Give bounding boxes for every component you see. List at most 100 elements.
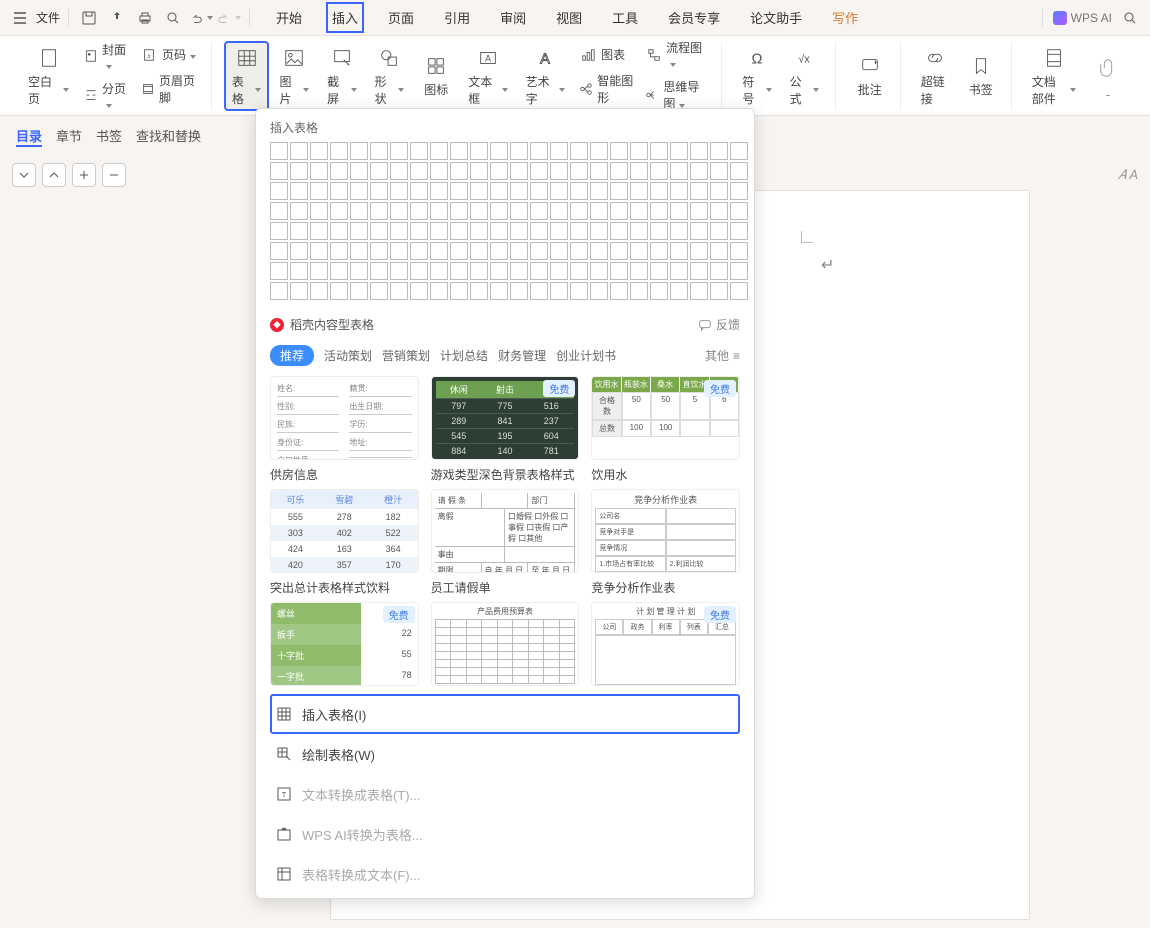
comment-button[interactable]: 批注 <box>848 49 892 102</box>
svg-text:√x: √x <box>798 53 810 65</box>
tag-item[interactable]: 活动策划 <box>324 347 372 364</box>
menu-vip[interactable]: 会员专享 <box>662 2 726 33</box>
cmd-ai-to-table: WPS AI转换为表格... <box>270 814 740 854</box>
template-dark-game[interactable]: 免费 休闲射击 79777551628984123754519560488414… <box>431 376 580 460</box>
screenshot-button[interactable]: 截屏 <box>319 41 365 111</box>
menu-start[interactable]: 开始 <box>270 2 308 33</box>
tag-other[interactable]: 其他 ≡ <box>705 347 740 364</box>
table-icon <box>234 45 260 71</box>
tag-item[interactable]: 创业计划书 <box>556 347 616 364</box>
template-name: 员工请假单 <box>431 575 580 596</box>
template-name: 游戏类型深色背景表格样式 <box>431 462 580 483</box>
wps-ai-button[interactable]: WPS AI <box>1053 11 1112 25</box>
header-footer-button[interactable]: 页眉页脚 <box>136 70 203 108</box>
cursor-mark: ↵ <box>821 255 834 275</box>
blank-page-button[interactable]: 空白页 <box>20 41 77 111</box>
svg-text:A: A <box>540 51 550 67</box>
margin-corner-icon <box>801 231 813 243</box>
formula-icon: √x <box>791 45 817 71</box>
remove-button[interactable] <box>102 163 126 187</box>
ai-table-icon <box>274 824 294 844</box>
undo-icon[interactable] <box>189 6 213 30</box>
add-button[interactable] <box>72 163 96 187</box>
preview-icon[interactable] <box>161 6 185 30</box>
sync-icon[interactable] <box>105 6 129 30</box>
collapse-down-button[interactable] <box>12 163 36 187</box>
formula-button[interactable]: √x 公式 <box>782 41 827 111</box>
screenshot-icon <box>329 45 355 71</box>
save-icon[interactable] <box>77 6 101 30</box>
menu-tools[interactable]: 工具 <box>606 2 644 33</box>
tab-toc[interactable]: 目录 <box>16 126 42 147</box>
picture-button[interactable]: 图片 <box>271 41 317 111</box>
tab-chapter[interactable]: 章节 <box>56 126 82 147</box>
dropdown-title: 插入表格 <box>270 119 740 136</box>
page-icon <box>36 45 62 71</box>
icon-button[interactable]: 图标 <box>414 49 458 102</box>
page-break-button[interactable]: 分页 <box>79 78 134 113</box>
menu-icon[interactable] <box>8 6 32 30</box>
feedback-link[interactable]: 反馈 <box>698 316 740 333</box>
file-menu[interactable]: 文件 <box>36 9 60 26</box>
flowchart-icon <box>645 46 662 64</box>
template-name: 竞争分析作业表 <box>591 575 740 596</box>
smartart-icon <box>579 80 593 98</box>
cmd-insert-table[interactable]: 插入表格(I) <box>270 694 740 734</box>
shape-button[interactable]: 形状 <box>367 41 413 111</box>
svg-text:A: A <box>485 53 492 63</box>
cmd-draw-table[interactable]: 绘制表格(W) <box>270 734 740 774</box>
icons-icon <box>423 53 449 79</box>
menu-review[interactable]: 审阅 <box>494 2 532 33</box>
menu-view[interactable]: 视图 <box>550 2 588 33</box>
draw-table-icon <box>274 744 294 764</box>
tag-item[interactable]: 财务管理 <box>498 347 546 364</box>
template-green-stripe[interactable]: 免费 螺丝42扳手22十字批55一字批78头盔90 <box>270 602 419 686</box>
template-competition-analysis[interactable]: 竞争分析作业表 公司名竞争对手是竞争情况1.市场占有率比较2.利润比较 <box>591 489 740 573</box>
cmd-text-to-table: T 文本转换成表格(T)... <box>270 774 740 814</box>
wordart-button[interactable]: A 艺术字 <box>518 41 573 111</box>
table-icon <box>274 704 294 724</box>
table-button[interactable]: 表格 <box>224 41 270 111</box>
textbox-button[interactable]: A 文本框 <box>460 41 515 111</box>
cmd-table-to-text: 表格转换成文本(F)... <box>270 854 740 894</box>
menu-ref[interactable]: 引用 <box>438 2 476 33</box>
print-icon[interactable] <box>133 6 157 30</box>
tag-item[interactable]: 营销策划 <box>382 347 430 364</box>
template-plan[interactable]: 免费 计 划 管 理 计 划 公司政务利率列表汇总 <box>591 602 740 686</box>
template-name: 突出总计表格样式饮料 <box>270 575 419 596</box>
template-name: 供房信息 <box>270 462 419 483</box>
symbol-button[interactable]: Ω 符号 <box>734 41 779 111</box>
svg-text:Ω: Ω <box>752 51 763 67</box>
cover-icon <box>83 47 98 65</box>
template-budget-grid[interactable]: 产品费用预算表 <box>431 602 580 686</box>
templates-header: 稻壳内容型表格 <box>290 316 374 333</box>
redo-icon[interactable] <box>217 6 241 30</box>
tab-bookmark[interactable]: 书签 <box>96 126 122 147</box>
tab-find[interactable]: 查找和替换 <box>136 126 201 147</box>
docparts-icon <box>1041 45 1067 71</box>
smartart-button[interactable]: 智能图形 <box>575 70 639 108</box>
bookmark-icon <box>968 53 994 79</box>
page-number-button[interactable]: #页码 <box>136 44 203 66</box>
tag-item[interactable]: 计划总结 <box>440 347 488 364</box>
menu-thesis[interactable]: 论文助手 <box>744 2 808 33</box>
attachment-button[interactable] <box>1086 51 1130 101</box>
hyperlink-button[interactable]: 超链接 <box>913 41 957 111</box>
search-icon[interactable] <box>1118 6 1142 30</box>
menu-page[interactable]: 页面 <box>382 2 420 33</box>
template-drinks-total[interactable]: 可乐雪碧橙汁 555278182303402522424163364420357… <box>270 489 419 573</box>
cover-button[interactable]: 封面 <box>79 39 134 74</box>
collapse-up-button[interactable] <box>42 163 66 187</box>
docparts-button[interactable]: 文档部件 <box>1024 41 1084 111</box>
bookmark-button[interactable]: 书签 <box>959 49 1003 102</box>
tag-recommend[interactable]: 推荐 <box>270 345 314 366</box>
table-size-picker[interactable] <box>270 142 740 300</box>
omega-icon: Ω <box>744 45 770 71</box>
template-leave-form[interactable]: 请 假 条部门离假口婚假 口外假 口事假 口丧假 口产假 口其他事由期限自 年 … <box>431 489 580 573</box>
flowchart-button[interactable]: 流程图 <box>641 37 713 72</box>
template-housing-info[interactable]: 姓名:性别:民族:身份证:户口性质: 籍贯:出生日期:学历:地址: <box>270 376 419 460</box>
menu-insert[interactable]: 插入 <box>326 2 364 33</box>
template-water[interactable]: 免费 饮用水瓶装水桑水直饮水X²型 合格数505056总数100100 <box>591 376 740 460</box>
menu-write[interactable]: 写作 <box>826 2 864 33</box>
chart-button[interactable]: 图表 <box>575 44 639 66</box>
